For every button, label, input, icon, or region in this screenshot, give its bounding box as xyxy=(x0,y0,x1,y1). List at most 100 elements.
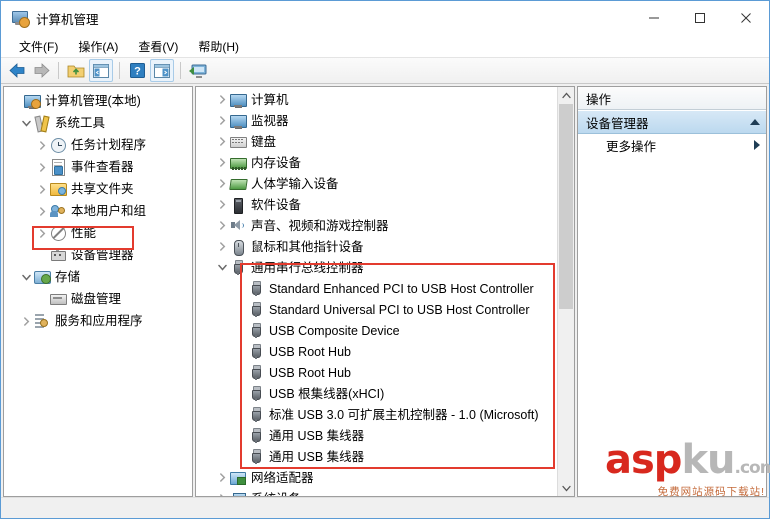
tree-item-task-scheduler[interactable]: 任务计划程序 xyxy=(4,134,192,156)
submenu-arrow-icon[interactable] xyxy=(754,140,760,150)
chevron-down-icon[interactable] xyxy=(18,119,34,128)
device-node-label: 鼠标和其他指针设备 xyxy=(251,239,364,254)
tree-item-local-users-groups[interactable]: 本地用户和组 xyxy=(4,200,192,222)
tree-item-performance[interactable]: 性能 xyxy=(4,222,192,244)
scroll-down-arrow-icon[interactable] xyxy=(558,480,574,496)
device-node-usb-controllers[interactable]: 通用串行总线控制器 xyxy=(196,257,556,278)
properties-icon[interactable] xyxy=(150,59,174,82)
help-icon[interactable]: ? xyxy=(126,60,148,81)
device-node-usb-child[interactable]: USB 根集线器(xHCI) xyxy=(196,383,556,404)
shared-folders-icon xyxy=(50,181,67,197)
device-node-label: 内存设备 xyxy=(251,155,302,170)
toolbar: ? xyxy=(1,57,769,84)
device-node-usb-child[interactable]: USB Root Hub xyxy=(196,362,556,383)
tree-item-services-applications[interactable]: 服务和应用程序 xyxy=(4,310,192,332)
memory-device-icon xyxy=(230,155,247,171)
device-node-usb-child[interactable]: 通用 USB 集线器 xyxy=(196,425,556,446)
chevron-right-icon[interactable] xyxy=(214,242,230,251)
storage-icon xyxy=(34,269,51,285)
chevron-right-icon[interactable] xyxy=(214,116,230,125)
actions-header: 操作 xyxy=(578,87,766,110)
hid-icon xyxy=(229,176,248,192)
device-node-mouse-pointing[interactable]: 鼠标和其他指针设备 xyxy=(196,236,556,257)
maximize-button[interactable] xyxy=(677,1,723,35)
chevron-right-icon[interactable] xyxy=(34,140,50,150)
device-node-usb-child[interactable]: 通用 USB 集线器 xyxy=(196,446,556,467)
forward-icon[interactable] xyxy=(30,60,52,81)
tree-item-storage[interactable]: 存储 xyxy=(4,266,192,288)
mouse-pointing-icon xyxy=(230,239,246,256)
chevron-right-icon[interactable] xyxy=(34,162,50,172)
scrollbar-thumb[interactable] xyxy=(559,104,573,309)
device-node-usb-child[interactable]: USB Root Hub xyxy=(196,341,556,362)
device-node-sound-video-game[interactable]: 声音、视频和游戏控制器 xyxy=(196,215,556,236)
menu-help[interactable]: 帮助(H) xyxy=(188,36,249,57)
device-list-scrollbar[interactable] xyxy=(557,87,574,496)
close-button[interactable] xyxy=(723,1,769,35)
device-node-usb-child[interactable]: Standard Enhanced PCI to USB Host Contro… xyxy=(196,278,556,299)
device-node-hid[interactable]: 人体学输入设备 xyxy=(196,173,556,194)
device-node-label: 监视器 xyxy=(251,113,289,128)
device-node-usb-child[interactable]: USB Composite Device xyxy=(196,320,556,341)
device-node-keyboard[interactable]: 键盘 xyxy=(196,131,556,152)
device-node-memory[interactable]: 内存设备 xyxy=(196,152,556,173)
tree-item-label: 磁盘管理 xyxy=(71,292,122,306)
title-bar: 计算机管理 xyxy=(1,1,769,35)
chevron-right-icon[interactable] xyxy=(214,179,230,188)
chevron-down-icon[interactable] xyxy=(214,263,230,272)
menu-file[interactable]: 文件(F) xyxy=(9,36,68,57)
scroll-up-arrow-icon[interactable] xyxy=(558,87,574,103)
usb-device-icon xyxy=(248,322,264,339)
chevron-right-icon[interactable] xyxy=(34,206,50,216)
services-applications-icon xyxy=(34,313,50,329)
tree-item-label: 设备管理器 xyxy=(71,248,134,262)
up-folder-icon[interactable] xyxy=(65,60,87,81)
back-icon[interactable] xyxy=(6,60,28,81)
device-node-label: 标准 USB 3.0 可扩展主机控制器 - 1.0 (Microsoft) xyxy=(269,407,539,422)
device-node-monitor[interactable]: 监视器 xyxy=(196,110,556,131)
chevron-down-icon[interactable] xyxy=(18,273,34,282)
menu-action[interactable]: 操作(A) xyxy=(68,36,128,57)
sidebar-item-device-manager[interactable]: 设备管理器 xyxy=(4,244,192,266)
chevron-right-icon[interactable] xyxy=(18,316,34,326)
network-adapter-icon xyxy=(230,470,246,486)
actions-pane: 操作 设备管理器 更多操作 xyxy=(577,86,767,497)
show-tree-pane-icon[interactable] xyxy=(89,59,113,82)
chevron-right-icon[interactable] xyxy=(214,95,230,104)
tree-item-computer-management[interactable]: 计算机管理(本地) xyxy=(4,90,192,112)
more-actions-item[interactable]: 更多操作 xyxy=(578,134,766,156)
local-users-groups-icon xyxy=(50,203,66,219)
tree-item-disk-management[interactable]: 磁盘管理 xyxy=(4,288,192,310)
device-node-software-device[interactable]: 软件设备 xyxy=(196,194,556,215)
system-device-icon xyxy=(230,491,246,496)
event-viewer-icon xyxy=(50,159,66,176)
collapse-arrow-icon[interactable] xyxy=(750,119,760,125)
device-node-computer[interactable]: 计算机 xyxy=(196,89,556,110)
chevron-right-icon[interactable] xyxy=(214,473,230,482)
tree-item-shared-folders[interactable]: 共享文件夹 xyxy=(4,178,192,200)
device-node-system-device[interactable]: 系统设备 xyxy=(196,488,556,496)
device-node-network-adapter[interactable]: 网络适配器 xyxy=(196,467,556,488)
menu-view[interactable]: 查看(V) xyxy=(128,36,188,57)
status-bar xyxy=(1,497,769,518)
tree-item-system-tools[interactable]: 系统工具 xyxy=(4,112,192,134)
tree-item-event-viewer[interactable]: 事件查看器 xyxy=(4,156,192,178)
device-manager-icon xyxy=(50,247,66,263)
chevron-right-icon[interactable] xyxy=(214,158,230,167)
chevron-right-icon[interactable] xyxy=(214,494,230,496)
device-node-label: 软件设备 xyxy=(251,197,302,212)
device-node-label: 通用 USB 集线器 xyxy=(269,428,365,443)
chevron-right-icon[interactable] xyxy=(34,228,50,238)
computer-management-icon xyxy=(24,93,41,109)
chevron-right-icon[interactable] xyxy=(214,200,230,209)
usb-controller-icon xyxy=(230,259,246,276)
actions-section-device-manager[interactable]: 设备管理器 xyxy=(578,110,766,134)
chevron-right-icon[interactable] xyxy=(214,137,230,146)
console-icon[interactable] xyxy=(187,60,209,81)
device-node-usb-child[interactable]: Standard Universal PCI to USB Host Contr… xyxy=(196,299,556,320)
device-node-usb-child[interactable]: 标准 USB 3.0 可扩展主机控制器 - 1.0 (Microsoft) xyxy=(196,404,556,425)
minimize-button[interactable] xyxy=(631,1,677,35)
computer-management-window: 计算机管理 文件(F) 操作(A) 查看(V) 帮助(H) ? 计算机管理(本地… xyxy=(0,0,770,519)
chevron-right-icon[interactable] xyxy=(214,221,230,230)
chevron-right-icon[interactable] xyxy=(34,184,50,194)
